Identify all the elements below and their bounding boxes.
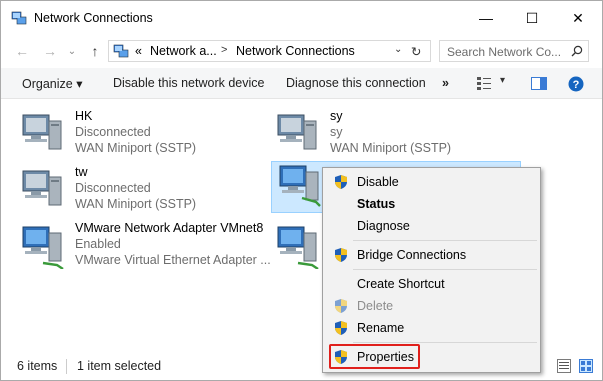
connection-name: VMware Network Adapter VMnet8 bbox=[75, 221, 264, 235]
network-connections-icon bbox=[11, 11, 27, 25]
menu-item-bridge-connections[interactable]: Bridge Connections bbox=[325, 244, 538, 266]
forward-arrow-icon: → bbox=[43, 43, 57, 59]
connection-device: WAN Miniport (SSTP) bbox=[75, 141, 197, 155]
vpn-connection-icon bbox=[22, 114, 62, 150]
context-menu: Disable Status Diagnose Bridge Connectio… bbox=[322, 167, 541, 373]
maximize-button[interactable]: ☐ bbox=[509, 1, 555, 35]
network-folder-icon bbox=[113, 44, 129, 58]
menu-item-label: Bridge Connections bbox=[357, 248, 467, 262]
connection-item[interactable]: sy sy WAN Miniport (SSTP) bbox=[274, 109, 514, 165]
diagnose-connection-button[interactable]: Diagnose this connection bbox=[286, 76, 426, 90]
close-button[interactable]: ✕ bbox=[555, 1, 601, 35]
details-view-icon[interactable] bbox=[557, 359, 571, 373]
close-icon: ✕ bbox=[572, 9, 584, 26]
connection-status: Disconnected bbox=[75, 125, 151, 139]
disable-device-button[interactable]: Disable this network device bbox=[113, 76, 264, 90]
connection-status: sy bbox=[330, 125, 343, 139]
properties-highlight-box bbox=[329, 344, 420, 369]
minimize-icon: — bbox=[479, 10, 493, 26]
view-options-chevron-icon[interactable]: ▾ bbox=[500, 75, 505, 86]
menu-item-label: Status bbox=[357, 197, 396, 211]
navigation-bar: ← → ⌄ ↑ « Network a... > Network Connect… bbox=[1, 35, 602, 67]
address-bar[interactable]: « Network a... > Network Connections ⌄ ↻ bbox=[108, 40, 431, 62]
ethernet-connection-icon bbox=[277, 226, 319, 269]
help-icon[interactable]: ? bbox=[568, 76, 584, 92]
search-input[interactable]: Search Network Co... bbox=[447, 45, 561, 59]
minimize-button[interactable]: — bbox=[463, 1, 509, 35]
connection-item[interactable]: VMware Network Adapter VMnet8 Enabled VM… bbox=[19, 221, 271, 277]
command-bar: Organize ▾ Disable this network device D… bbox=[1, 68, 602, 99]
ethernet-connection-icon bbox=[279, 165, 321, 207]
menu-item-label: Delete bbox=[357, 299, 394, 313]
connection-device: VMware Virtual Ethernet Adapter ... bbox=[75, 253, 271, 267]
connection-name: sy bbox=[330, 109, 343, 123]
menu-item-label: Create Shortcut bbox=[357, 277, 445, 291]
title-bar[interactable]: Network Connections — ☐ ✕ bbox=[1, 1, 602, 35]
uac-shield-icon bbox=[335, 299, 347, 313]
selection-count: 1 item selected bbox=[77, 359, 162, 373]
item-count: 6 items bbox=[17, 359, 58, 373]
tiles-view-icon[interactable] bbox=[579, 359, 593, 373]
chevron-down-icon: ⌄ bbox=[67, 45, 77, 57]
menu-item-label: Rename bbox=[357, 321, 405, 335]
breadcrumb-network[interactable]: Network a... bbox=[150, 44, 217, 58]
address-overflow[interactable]: « bbox=[135, 44, 142, 58]
up-arrow-icon: ↑ bbox=[91, 43, 99, 59]
maximize-icon: ☐ bbox=[525, 9, 539, 26]
search-box[interactable]: Search Network Co... bbox=[439, 40, 589, 62]
up-button[interactable]: ↑ bbox=[85, 41, 105, 61]
connection-item[interactable] bbox=[274, 221, 322, 277]
recent-locations-button[interactable]: ⌄ bbox=[62, 41, 82, 61]
connection-device: WAN Miniport (SSTP) bbox=[75, 197, 197, 211]
more-commands-button[interactable]: » bbox=[442, 76, 449, 90]
back-button[interactable]: ← bbox=[12, 41, 32, 61]
menu-item-label: Disable bbox=[357, 175, 399, 189]
menu-separator bbox=[353, 342, 537, 343]
connection-name: tw bbox=[75, 165, 88, 179]
menu-item-create-shortcut[interactable]: Create Shortcut bbox=[325, 273, 538, 295]
connection-item[interactable]: HK Disconnected WAN Miniport (SSTP) bbox=[19, 109, 239, 165]
connection-device: WAN Miniport (SSTP) bbox=[330, 141, 452, 155]
menu-separator bbox=[353, 240, 537, 241]
menu-item-disable[interactable]: Disable bbox=[325, 171, 538, 193]
connection-status: Disconnected bbox=[75, 181, 151, 195]
uac-shield-icon bbox=[335, 175, 347, 189]
menu-item-delete[interactable]: Delete bbox=[325, 295, 538, 317]
back-arrow-icon: ← bbox=[15, 43, 29, 59]
change-view-icon[interactable] bbox=[477, 77, 491, 90]
connection-name: HK bbox=[75, 109, 93, 123]
menu-item-rename[interactable]: Rename bbox=[325, 317, 538, 339]
forward-button[interactable]: → bbox=[40, 41, 60, 61]
ethernet-connection-icon bbox=[22, 226, 64, 269]
connection-status: Enabled bbox=[75, 237, 121, 251]
vpn-connection-icon bbox=[22, 170, 62, 206]
vpn-connection-icon bbox=[277, 114, 317, 150]
window-title: Network Connections bbox=[34, 11, 153, 25]
organize-menu[interactable]: Organize ▾ bbox=[22, 76, 82, 91]
menu-item-diagnose[interactable]: Diagnose bbox=[325, 215, 538, 237]
uac-shield-icon bbox=[335, 248, 347, 262]
breadcrumb-network-connections[interactable]: Network Connections bbox=[236, 44, 355, 58]
uac-shield-icon bbox=[335, 321, 347, 335]
menu-separator bbox=[353, 269, 537, 270]
status-divider bbox=[66, 359, 67, 374]
menu-item-status[interactable]: Status bbox=[325, 193, 538, 215]
search-icon bbox=[571, 45, 583, 57]
address-dropdown-icon[interactable]: ⌄ bbox=[394, 44, 402, 55]
menu-item-label: Diagnose bbox=[357, 219, 410, 233]
chevron-right-icon[interactable]: > bbox=[221, 44, 227, 56]
preview-pane-icon[interactable] bbox=[531, 77, 547, 90]
explorer-window: Network Connections — ☐ ✕ ← → ⌄ ↑ « Netw… bbox=[0, 0, 603, 381]
refresh-icon[interactable]: ↻ bbox=[411, 44, 421, 59]
svg-text:?: ? bbox=[573, 79, 580, 91]
connection-item[interactable]: tw Disconnected WAN Miniport (SSTP) bbox=[19, 165, 239, 221]
